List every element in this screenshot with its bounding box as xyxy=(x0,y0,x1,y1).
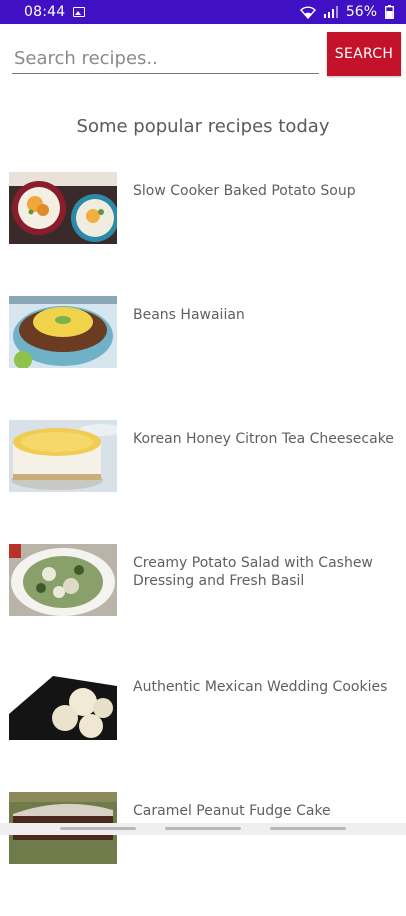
recipe-thumbnail-potato-soup xyxy=(9,172,117,244)
recipe-thumbnail-wedding-cookies xyxy=(9,668,117,740)
recipe-title: Korean Honey Citron Tea Cheesecake xyxy=(133,431,394,447)
recipe-title: Beans Hawaiian xyxy=(133,307,245,323)
recipe-item[interactable]: Slow Cooker Baked Potato Soup xyxy=(0,172,406,296)
recipe-title: Caramel Peanut Fudge Cake xyxy=(133,803,331,819)
status-time: 08:44 xyxy=(24,4,66,20)
recipe-item[interactable]: Authentic Mexican Wedding Cookies xyxy=(0,668,406,792)
search-input[interactable] xyxy=(12,44,319,74)
recipe-list: Slow Cooker Baked Potato Soup Beans Hawa… xyxy=(0,172,406,916)
status-right: 56% xyxy=(299,4,394,20)
recipe-thumbnail-cheesecake xyxy=(9,420,117,492)
status-left: 08:44 xyxy=(24,4,86,20)
search-row: SEARCH xyxy=(0,30,406,80)
cell-signal-icon xyxy=(323,6,338,18)
navigation-bar xyxy=(0,823,406,835)
search-button[interactable]: SEARCH xyxy=(327,32,401,76)
nav-handle-left[interactable] xyxy=(60,827,136,830)
gallery-notification-icon xyxy=(73,7,86,17)
recipe-item[interactable]: Korean Honey Citron Tea Cheesecake xyxy=(0,420,406,544)
recipe-item[interactable]: Creamy Potato Salad with Cashew Dressing… xyxy=(0,544,406,668)
status-bar: 08:44 56% xyxy=(0,0,406,24)
recipe-thumbnail-potato-salad xyxy=(9,544,117,616)
battery-percent: 56% xyxy=(345,4,377,20)
nav-handle-center[interactable] xyxy=(165,827,241,830)
nav-handle-right[interactable] xyxy=(270,827,346,830)
recipe-title: Creamy Potato Salad with Cashew Dressing… xyxy=(133,555,373,589)
recipe-item[interactable]: Caramel Peanut Fudge Cake xyxy=(0,792,406,916)
wifi-icon xyxy=(299,5,316,19)
recipe-item[interactable]: Beans Hawaiian xyxy=(0,296,406,420)
recipe-thumbnail-beans-hawaiian xyxy=(9,296,117,368)
battery-icon xyxy=(385,5,394,19)
recipe-title: Authentic Mexican Wedding Cookies xyxy=(133,679,388,695)
section-title: Some popular recipes today xyxy=(76,116,330,137)
recipe-title: Slow Cooker Baked Potato Soup xyxy=(133,183,356,199)
